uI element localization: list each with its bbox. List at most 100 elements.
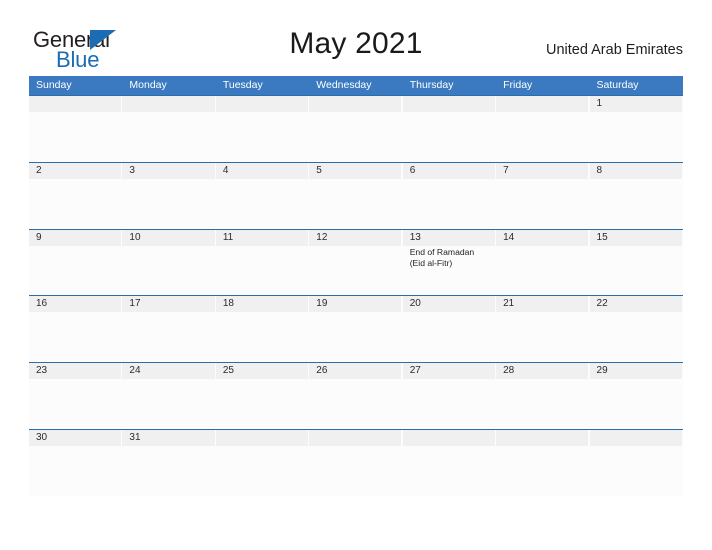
day-number: 31 <box>129 431 141 443</box>
weekday-header-friday: Friday <box>503 79 533 91</box>
calendar-day-cell[interactable]: 29 <box>589 363 683 429</box>
calendar-week-row: 1 <box>29 95 683 162</box>
calendar-day-cell[interactable]: 4 <box>215 162 310 229</box>
calendar-day-cell-empty[interactable] <box>309 429 403 496</box>
day-number: 1 <box>596 98 603 109</box>
weekday-header-thursday: Thursday <box>409 79 454 91</box>
day-number: 12 <box>316 231 328 243</box>
day-number: 8 <box>596 164 603 176</box>
day-number: 6 <box>409 164 416 176</box>
weekday-header-wednesday: Wednesday <box>316 79 372 91</box>
calendar-day-cell[interactable]: 8 <box>589 162 683 229</box>
calendar-day-cell[interactable]: 24 <box>122 363 216 429</box>
day-number: 4 <box>222 164 229 176</box>
day-number-band <box>402 96 495 112</box>
day-number-band <box>589 162 682 179</box>
day-number-band <box>402 162 495 179</box>
calendar-day-cell[interactable]: 27 <box>402 363 497 429</box>
day-number: 7 <box>503 164 509 176</box>
calendar-day-cell[interactable]: 15 <box>589 229 683 296</box>
calendar-week-row: 16 17 18 19 20 21 22 <box>29 295 683 363</box>
day-number: 22 <box>596 298 608 310</box>
country-label: United Arab Emirates <box>545 42 683 58</box>
day-event-line: End of Ramadan <box>409 246 475 257</box>
day-number-band <box>215 96 308 112</box>
calendar-day-cell[interactable]: 17 <box>122 296 216 363</box>
day-number: 15 <box>596 231 608 243</box>
calendar-day-cell-empty[interactable] <box>215 429 310 496</box>
calendar-day-cell[interactable]: 5 <box>309 162 403 229</box>
day-number: 28 <box>503 365 515 377</box>
day-number-band <box>215 429 308 446</box>
calendar-day-cell[interactable]: 22 <box>589 296 683 363</box>
calendar-day-cell[interactable]: 3 <box>122 162 216 229</box>
calendar-week-row: 30 31 <box>29 428 683 496</box>
calendar-day-cell[interactable]: 30 <box>29 429 123 496</box>
day-number-band <box>589 96 682 112</box>
calendar-week-row: 2 3 4 5 6 7 8 <box>29 161 683 229</box>
calendar-week-row: 9 10 11 12 13 End of Ramadan (Eid al-Fitr) 14 15 <box>29 228 683 296</box>
day-event: End of Ramadan (Eid al-Fitr) <box>410 247 494 270</box>
weekday-header-row: Sunday Monday Tuesday Wednesday Thursday Frid… <box>29 76 683 95</box>
day-number-band <box>29 229 122 246</box>
day-number-band <box>309 162 402 179</box>
calendar-day-cell[interactable]: 10 <box>122 229 216 296</box>
calendar-day-cell[interactable]: 18 <box>215 296 310 363</box>
calendar-day-cell[interactable]: 31 <box>122 429 216 496</box>
calendar-day-cell[interactable]: 21 <box>496 296 590 363</box>
weekday-header-monday: Monday <box>129 79 167 91</box>
day-number: 5 <box>316 164 322 176</box>
day-number-band <box>215 162 308 179</box>
calendar-day-cell[interactable]: 2 <box>29 162 123 229</box>
day-number: 30 <box>36 431 48 443</box>
calendar-weeks: 1 2 3 4 5 6 7 8 9 10 11 12 13 End of Ramadan (Eid al-F… <box>29 95 683 496</box>
calendar-day-cell-empty[interactable] <box>215 96 310 162</box>
calendar-day-cell[interactable]: 9 <box>29 229 123 296</box>
day-number: 14 <box>503 231 515 243</box>
calendar-day-cell[interactable]: 14 <box>496 229 590 296</box>
day-number: 18 <box>222 298 234 310</box>
calendar-day-cell[interactable]: 12 <box>309 229 403 296</box>
calendar-day-cell-empty[interactable] <box>122 96 216 162</box>
calendar-day-cell[interactable]: 16 <box>29 296 123 363</box>
day-number-band <box>589 429 682 446</box>
weekday-header-sunday: Sunday <box>36 79 72 91</box>
day-number-band <box>496 96 589 112</box>
calendar-day-cell[interactable]: 1 <box>589 96 683 162</box>
calendar-day-cell[interactable]: 19 <box>309 296 403 363</box>
calendar-day-cell[interactable]: 11 <box>215 229 310 296</box>
day-number-band <box>496 162 589 179</box>
day-number-band <box>122 162 215 179</box>
calendar-day-cell-empty[interactable] <box>496 429 590 496</box>
day-number: 26 <box>316 365 328 377</box>
calendar-day-cell-empty[interactable] <box>29 96 123 162</box>
calendar-day-cell[interactable]: 26 <box>309 363 403 429</box>
calendar-day-cell[interactable]: 23 <box>29 363 123 429</box>
day-number: 16 <box>36 298 48 310</box>
day-number-band <box>496 429 589 446</box>
day-number: 29 <box>596 365 608 377</box>
day-number: 3 <box>129 164 135 176</box>
calendar-day-cell[interactable]: 6 <box>402 162 497 229</box>
calendar-day-cell-empty[interactable] <box>589 429 683 496</box>
calendar-day-cell[interactable]: 13 End of Ramadan (Eid al-Fitr) <box>402 229 497 296</box>
calendar-day-cell-empty[interactable] <box>402 96 497 162</box>
day-number: 2 <box>36 164 42 176</box>
calendar-day-cell[interactable]: 28 <box>496 363 590 429</box>
day-number: 10 <box>129 231 141 243</box>
calendar-day-cell-empty[interactable] <box>402 429 497 496</box>
page-header: General Blue May 2021 United Arab Emirat… <box>0 0 712 76</box>
calendar-day-cell-empty[interactable] <box>309 96 403 162</box>
day-number: 17 <box>129 298 141 310</box>
day-number: 25 <box>222 365 234 377</box>
day-number: 20 <box>409 298 421 310</box>
day-number-band <box>309 96 402 112</box>
calendar-day-cell[interactable]: 7 <box>496 162 590 229</box>
calendar-day-cell[interactable]: 25 <box>215 363 310 429</box>
calendar-grid: Sunday Monday Tuesday Wednesday Thursday Frid… <box>29 76 683 496</box>
day-number: 23 <box>36 365 48 377</box>
day-number-band <box>122 96 215 112</box>
calendar-day-cell[interactable]: 20 <box>402 296 497 363</box>
day-number-band <box>29 96 122 112</box>
calendar-day-cell-empty[interactable] <box>496 96 590 162</box>
